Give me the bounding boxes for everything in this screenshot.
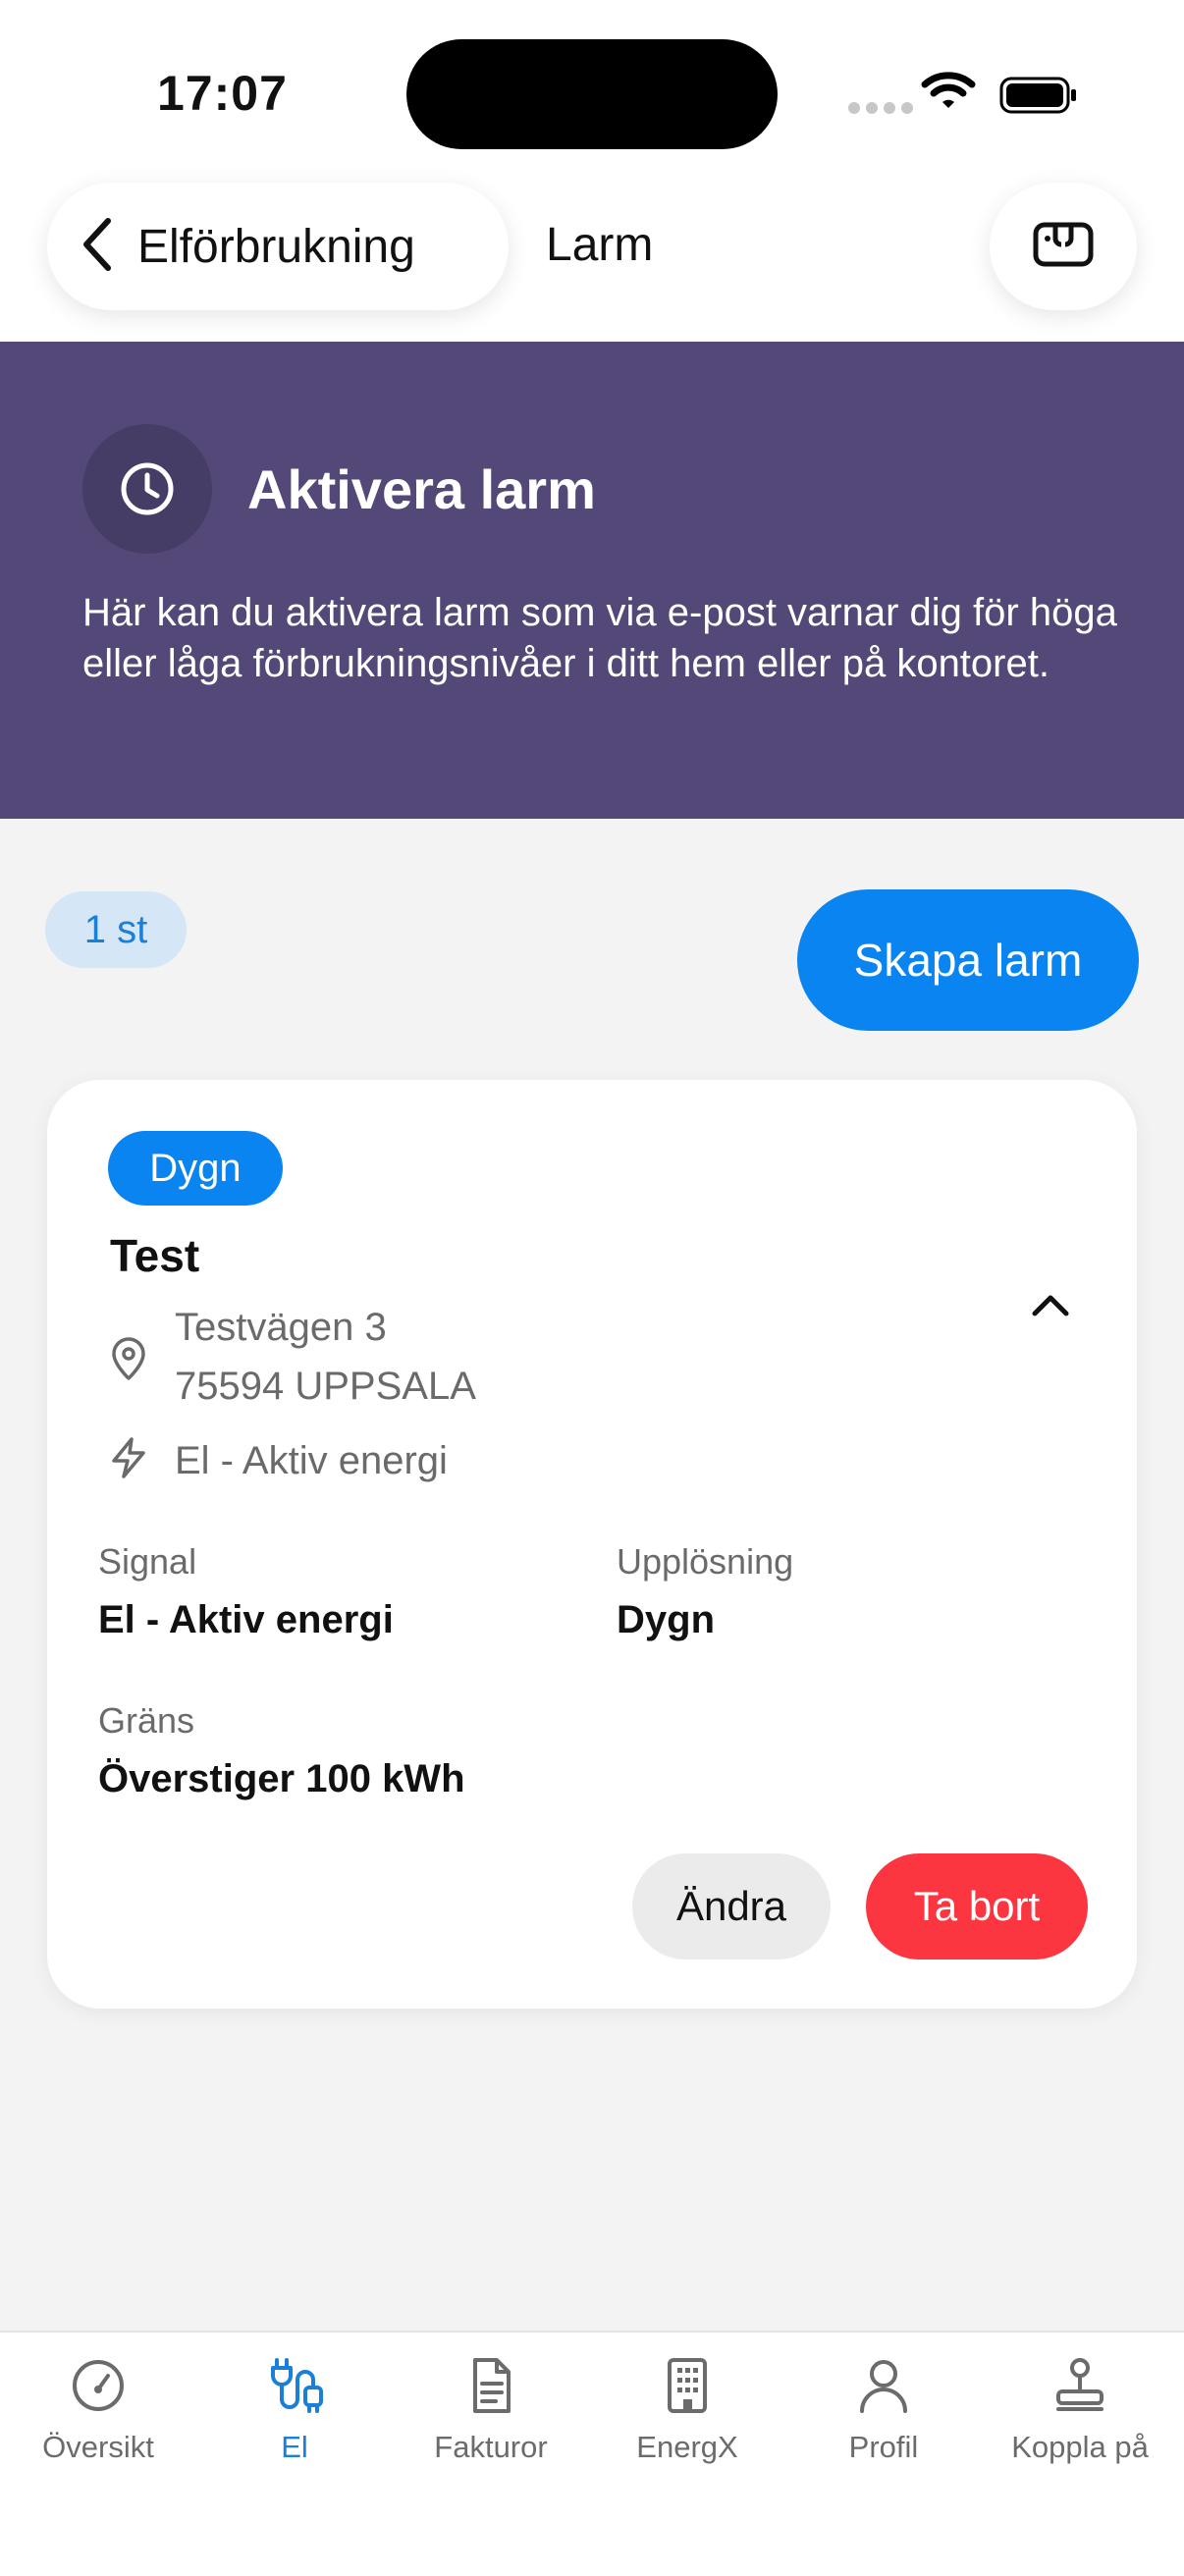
tab-profil[interactable]: Profil <box>785 2356 982 2474</box>
tab-oversikt[interactable]: Översikt <box>0 2356 196 2474</box>
tab-fakturor[interactable]: Fakturor <box>393 2356 589 2474</box>
delete-alarm-button[interactable]: Ta bort <box>866 1853 1088 1959</box>
page-title: Larm <box>546 219 654 271</box>
resolution-label: Upplösning <box>617 1541 794 1582</box>
limit-label: Gräns <box>98 1700 195 1741</box>
tab-label: Koppla på <box>1011 2430 1149 2464</box>
chevron-up-icon <box>1029 1295 1072 1323</box>
status-time: 17:07 <box>157 66 288 121</box>
tab-label: EnergX <box>636 2430 738 2464</box>
alarm-count-badge: 1 st <box>45 891 187 968</box>
wifi-icon <box>921 71 976 117</box>
back-button[interactable]: Elförbrukning <box>47 183 509 310</box>
address-city: 75594 UPPSALA <box>175 1365 476 1408</box>
chevron-left-icon <box>81 217 114 277</box>
tab-label: El <box>281 2430 308 2464</box>
address-street: Testvägen 3 <box>175 1306 387 1349</box>
signal-label: Signal <box>98 1541 197 1582</box>
person-icon <box>854 2356 913 2420</box>
resolution-value: Dygn <box>617 1598 715 1641</box>
tab-label: Profil <box>848 2430 919 2464</box>
signal-summary: El - Aktiv energi <box>175 1439 448 1482</box>
card-scan-icon <box>1032 221 1095 273</box>
battery-icon <box>999 77 1078 119</box>
signal-value: El - Aktiv energi <box>98 1598 394 1641</box>
alarm-name: Test <box>110 1230 200 1281</box>
banner-title: Aktivera larm <box>247 458 596 520</box>
cellular-signal-icon <box>848 102 913 114</box>
tab-label: Fakturor <box>434 2430 548 2464</box>
tab-el[interactable]: El <box>196 2356 393 2474</box>
document-icon <box>461 2356 520 2420</box>
resolution-badge: Dygn <box>108 1131 283 1206</box>
create-alarm-button[interactable]: Skapa larm <box>797 889 1139 1031</box>
location-pin-icon <box>106 1337 151 1387</box>
gauge-icon <box>69 2356 128 2420</box>
banner-description: Här kan du aktivera larm som via e-post … <box>82 591 1117 685</box>
tab-koppla-pa[interactable]: Koppla på <box>982 2356 1178 2474</box>
tab-label: Översikt <box>42 2430 154 2464</box>
lightning-bolt-icon <box>106 1435 151 1485</box>
tab-energx[interactable]: EnergX <box>589 2356 785 2474</box>
info-banner <box>0 342 1184 819</box>
limit-value: Överstiger 100 kWh <box>98 1757 465 1800</box>
connect-icon <box>1050 2356 1109 2420</box>
back-button-label: Elförbrukning <box>137 220 415 273</box>
plug-icon <box>265 2356 324 2420</box>
edit-alarm-button[interactable]: Ändra <box>632 1853 831 1959</box>
building-icon <box>658 2356 717 2420</box>
scan-button[interactable] <box>990 183 1137 310</box>
dynamic-island <box>406 39 778 149</box>
collapse-toggle[interactable] <box>1029 1290 1072 1324</box>
clock-icon <box>82 424 212 554</box>
